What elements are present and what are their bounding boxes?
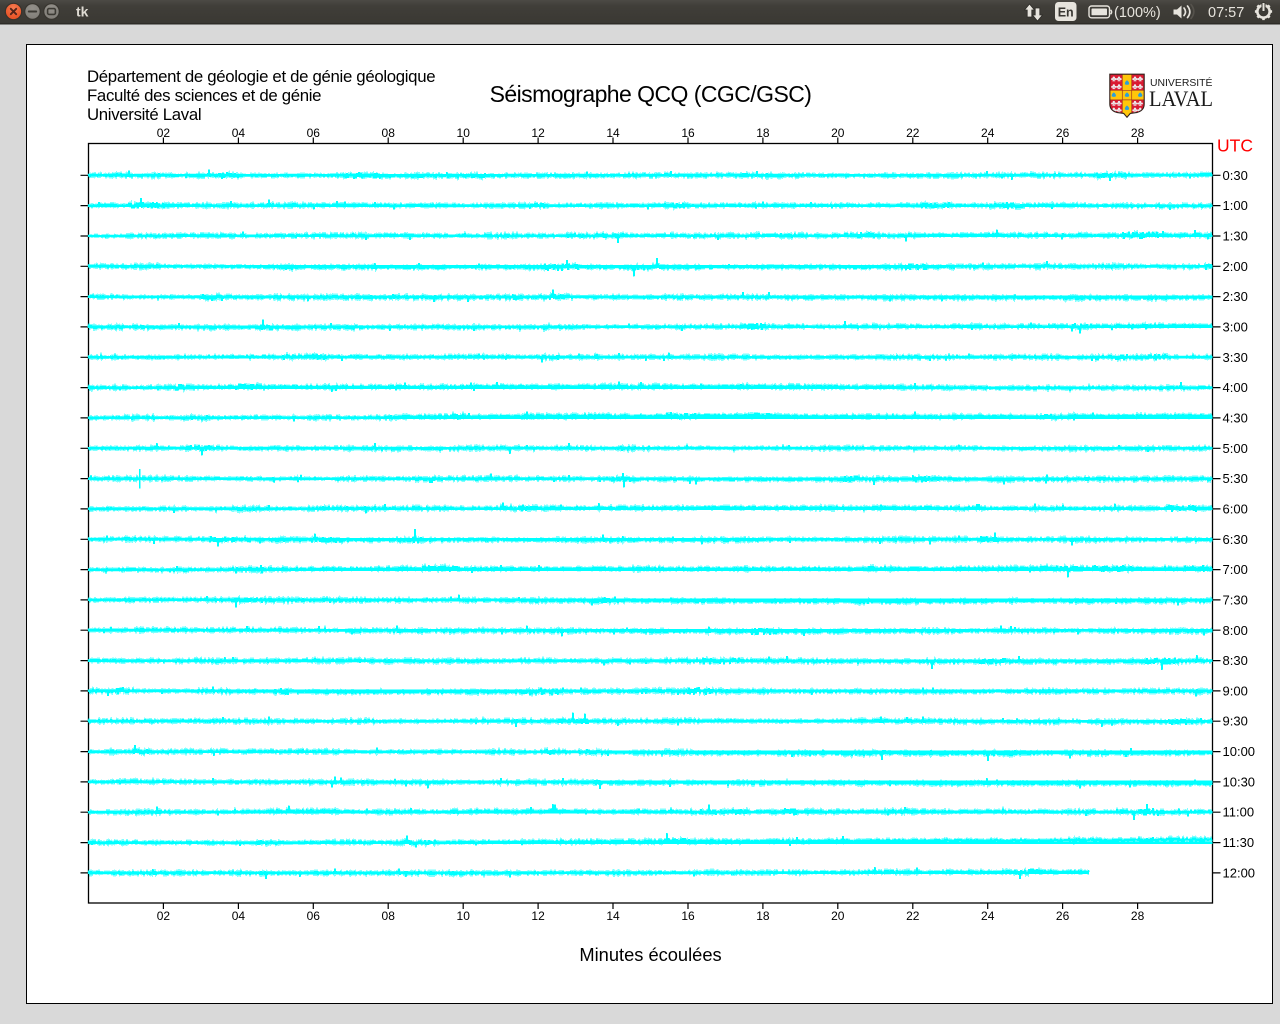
svg-text:2:00: 2:00 [1223, 259, 1248, 274]
svg-text:26: 26 [1056, 126, 1070, 140]
svg-text:04: 04 [232, 909, 246, 923]
svg-text:9:30: 9:30 [1223, 714, 1248, 729]
svg-text:8:30: 8:30 [1223, 653, 1248, 668]
svg-text:UTC: UTC [1217, 136, 1253, 156]
svg-text:16: 16 [681, 909, 695, 923]
svg-text:24: 24 [981, 126, 995, 140]
svg-text:0:30: 0:30 [1223, 168, 1248, 183]
svg-text:11:00: 11:00 [1223, 805, 1255, 820]
svg-text:10:00: 10:00 [1223, 744, 1256, 759]
svg-text:02: 02 [157, 126, 171, 140]
svg-text:18: 18 [756, 126, 770, 140]
svg-text:11:30: 11:30 [1223, 835, 1255, 850]
svg-text:10: 10 [457, 909, 471, 923]
svg-text:06: 06 [307, 126, 321, 140]
svg-text:12: 12 [531, 126, 545, 140]
svg-text:6:30: 6:30 [1223, 532, 1248, 547]
svg-text:12: 12 [531, 909, 545, 923]
svg-text:24: 24 [981, 909, 995, 923]
svg-text:08: 08 [382, 909, 396, 923]
svg-text:04: 04 [232, 126, 246, 140]
svg-text:(100%): (100%) [1114, 5, 1161, 21]
svg-text:4:30: 4:30 [1223, 410, 1248, 425]
svg-text:tk: tk [76, 4, 89, 20]
svg-text:10:30: 10:30 [1223, 774, 1256, 789]
svg-text:2:30: 2:30 [1223, 289, 1248, 304]
svg-text:9:00: 9:00 [1223, 683, 1248, 698]
svg-text:14: 14 [606, 126, 620, 140]
svg-text:16: 16 [681, 126, 695, 140]
svg-text:28: 28 [1131, 126, 1145, 140]
svg-text:En: En [1058, 5, 1074, 19]
svg-text:1:00: 1:00 [1223, 198, 1248, 213]
svg-text:7:30: 7:30 [1223, 592, 1248, 607]
svg-text:07:57: 07:57 [1208, 5, 1244, 21]
svg-text:10: 10 [457, 126, 471, 140]
svg-text:3:00: 3:00 [1223, 319, 1248, 334]
svg-text:6:00: 6:00 [1223, 501, 1248, 516]
svg-text:28: 28 [1131, 909, 1145, 923]
svg-text:22: 22 [906, 126, 920, 140]
svg-text:4:00: 4:00 [1223, 380, 1248, 395]
svg-text:7:00: 7:00 [1223, 562, 1248, 577]
svg-text:12:00: 12:00 [1223, 865, 1256, 880]
svg-text:14: 14 [606, 909, 620, 923]
svg-text:5:00: 5:00 [1223, 441, 1248, 456]
svg-text:22: 22 [906, 909, 920, 923]
svg-text:5:30: 5:30 [1223, 471, 1248, 486]
svg-text:26: 26 [1056, 909, 1070, 923]
svg-text:8:00: 8:00 [1223, 623, 1248, 638]
svg-text:3:30: 3:30 [1223, 350, 1248, 365]
svg-text:02: 02 [157, 909, 171, 923]
svg-text:20: 20 [831, 126, 845, 140]
svg-text:18: 18 [756, 909, 770, 923]
svg-text:08: 08 [382, 126, 396, 140]
svg-text:1:30: 1:30 [1223, 229, 1248, 244]
svg-text:06: 06 [307, 909, 321, 923]
svg-text:LAVAL: LAVAL [1149, 86, 1213, 111]
svg-text:20: 20 [831, 909, 845, 923]
